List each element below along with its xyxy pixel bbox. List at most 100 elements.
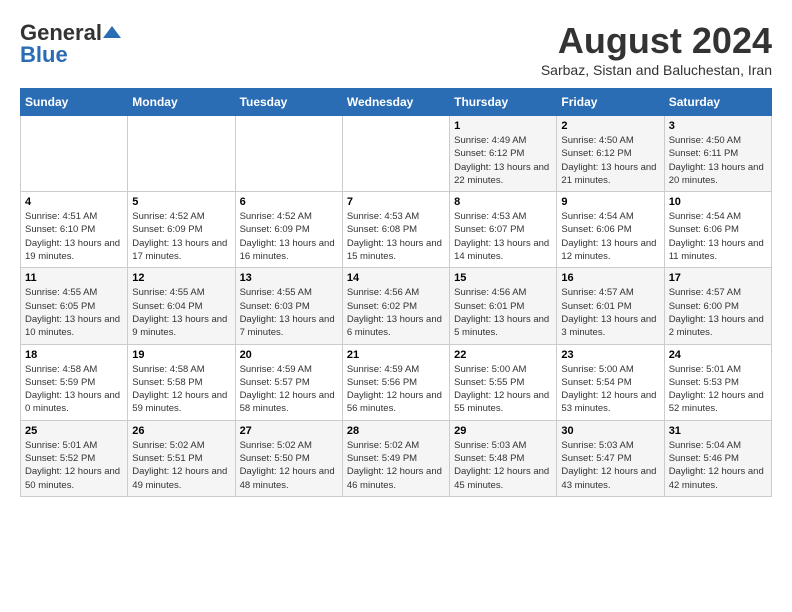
day-number: 4 — [25, 196, 123, 208]
calendar-cell: 29Sunrise: 5:03 AM Sunset: 5:48 PM Dayli… — [450, 420, 557, 496]
day-info: Sunrise: 4:52 AM Sunset: 6:09 PM Dayligh… — [240, 210, 338, 263]
calendar-cell: 13 Sunrise: 4:55 AM Sunset: 6:03 PM Dayli… — [235, 268, 342, 344]
calendar-cell: 4 Sunrise: 4:51 AM Sunset: 6:10 PM Daylig… — [21, 192, 128, 268]
calendar-cell: 30 Sunrise: 5:03 AM Sunset: 5:47 PM Dayli… — [557, 420, 664, 496]
calendar-week-row: 18Sunrise: 4:58 AM Sunset: 5:59 PM Dayli… — [21, 344, 772, 420]
day-info: Sunrise: 5:04 AM Sunset: 5:46 PM Dayligh… — [669, 439, 767, 492]
day-info: Sunrise: 4:59 AM Sunset: 5:56 PM Dayligh… — [347, 363, 445, 416]
day-number: 17 — [669, 272, 767, 284]
calendar-cell: 1 Sunrise: 4:49 AM Sunset: 6:12 PM Daylig… — [450, 116, 557, 192]
day-info: Sunrise: 4:49 AM Sunset: 6:12 PM Dayligh… — [454, 134, 552, 187]
calendar-cell: 28 Sunrise: 5:02 AM Sunset: 5:49 PM Dayli… — [342, 420, 449, 496]
calendar-cell: 15Sunrise: 4:56 AM Sunset: 6:01 PM Dayli… — [450, 268, 557, 344]
calendar-cell: 20 Sunrise: 4:59 AM Sunset: 5:57 PM Dayli… — [235, 344, 342, 420]
day-number: 5 — [132, 196, 230, 208]
page-header: General Blue August 2024 Sarbaz, Sistan … — [20, 20, 772, 78]
calendar-cell — [128, 116, 235, 192]
day-number: 16 — [561, 272, 659, 284]
calendar-cell: 2Sunrise: 4:50 AM Sunset: 6:12 PM Daylig… — [557, 116, 664, 192]
calendar-cell: 9 Sunrise: 4:54 AM Sunset: 6:06 PM Daylig… — [557, 192, 664, 268]
column-header-wednesday: Wednesday — [342, 89, 449, 116]
day-number: 11 — [25, 272, 123, 284]
day-number: 8 — [454, 196, 552, 208]
calendar-cell: 12Sunrise: 4:55 AM Sunset: 6:04 PM Dayli… — [128, 268, 235, 344]
column-header-tuesday: Tuesday — [235, 89, 342, 116]
day-number: 13 — [240, 272, 338, 284]
day-number: 1 — [454, 120, 552, 132]
day-info: Sunrise: 4:53 AM Sunset: 6:07 PM Dayligh… — [454, 210, 552, 263]
calendar-cell: 23 Sunrise: 5:00 AM Sunset: 5:54 PM Dayli… — [557, 344, 664, 420]
day-info: Sunrise: 5:01 AM Sunset: 5:52 PM Dayligh… — [25, 439, 123, 492]
logo-blue: Blue — [20, 42, 68, 68]
calendar-table: SundayMondayTuesdayWednesdayThursdayFrid… — [20, 88, 772, 497]
month-year-title: August 2024 — [541, 20, 772, 62]
calendar-cell — [235, 116, 342, 192]
calendar-cell: 19Sunrise: 4:58 AM Sunset: 5:58 PM Dayli… — [128, 344, 235, 420]
calendar-cell: 8 Sunrise: 4:53 AM Sunset: 6:07 PM Daylig… — [450, 192, 557, 268]
calendar-cell: 21 Sunrise: 4:59 AM Sunset: 5:56 PM Dayli… — [342, 344, 449, 420]
logo: General Blue — [20, 20, 122, 68]
day-info: Sunrise: 4:59 AM Sunset: 5:57 PM Dayligh… — [240, 363, 338, 416]
day-info: Sunrise: 5:00 AM Sunset: 5:54 PM Dayligh… — [561, 363, 659, 416]
day-number: 21 — [347, 349, 445, 361]
calendar-cell: 25 Sunrise: 5:01 AM Sunset: 5:52 PM Dayli… — [21, 420, 128, 496]
title-area: August 2024 Sarbaz, Sistan and Baluchest… — [541, 20, 772, 78]
day-number: 9 — [561, 196, 659, 208]
day-info: Sunrise: 5:03 AM Sunset: 5:47 PM Dayligh… — [561, 439, 659, 492]
day-info: Sunrise: 5:02 AM Sunset: 5:49 PM Dayligh… — [347, 439, 445, 492]
day-number: 30 — [561, 425, 659, 437]
calendar-cell — [342, 116, 449, 192]
day-info: Sunrise: 4:56 AM Sunset: 6:02 PM Dayligh… — [347, 286, 445, 339]
day-number: 27 — [240, 425, 338, 437]
day-number: 3 — [669, 120, 767, 132]
day-info: Sunrise: 5:02 AM Sunset: 5:51 PM Dayligh… — [132, 439, 230, 492]
column-header-thursday: Thursday — [450, 89, 557, 116]
day-number: 23 — [561, 349, 659, 361]
day-info: Sunrise: 4:54 AM Sunset: 6:06 PM Dayligh… — [561, 210, 659, 263]
calendar-header-row: SundayMondayTuesdayWednesdayThursdayFrid… — [21, 89, 772, 116]
day-number: 6 — [240, 196, 338, 208]
calendar-week-row: 4 Sunrise: 4:51 AM Sunset: 6:10 PM Daylig… — [21, 192, 772, 268]
column-header-sunday: Sunday — [21, 89, 128, 116]
day-info: Sunrise: 4:54 AM Sunset: 6:06 PM Dayligh… — [669, 210, 767, 263]
calendar-cell: 11 Sunrise: 4:55 AM Sunset: 6:05 PM Dayli… — [21, 268, 128, 344]
day-info: Sunrise: 5:01 AM Sunset: 5:53 PM Dayligh… — [669, 363, 767, 416]
day-info: Sunrise: 5:03 AM Sunset: 5:48 PM Dayligh… — [454, 439, 552, 492]
calendar-cell: 14 Sunrise: 4:56 AM Sunset: 6:02 PM Dayli… — [342, 268, 449, 344]
column-header-saturday: Saturday — [664, 89, 771, 116]
day-number: 28 — [347, 425, 445, 437]
column-header-monday: Monday — [128, 89, 235, 116]
location-subtitle: Sarbaz, Sistan and Baluchestan, Iran — [541, 62, 772, 78]
day-info: Sunrise: 4:50 AM Sunset: 6:11 PM Dayligh… — [669, 134, 767, 187]
day-number: 14 — [347, 272, 445, 284]
day-number: 26 — [132, 425, 230, 437]
day-info: Sunrise: 4:55 AM Sunset: 6:05 PM Dayligh… — [25, 286, 123, 339]
calendar-week-row: 1 Sunrise: 4:49 AM Sunset: 6:12 PM Daylig… — [21, 116, 772, 192]
day-info: Sunrise: 4:57 AM Sunset: 6:00 PM Dayligh… — [669, 286, 767, 339]
day-info: Sunrise: 4:51 AM Sunset: 6:10 PM Dayligh… — [25, 210, 123, 263]
day-number: 20 — [240, 349, 338, 361]
logo-bird-icon — [103, 24, 121, 42]
day-info: Sunrise: 4:57 AM Sunset: 6:01 PM Dayligh… — [561, 286, 659, 339]
calendar-cell: 31 Sunrise: 5:04 AM Sunset: 5:46 PM Dayli… — [664, 420, 771, 496]
calendar-week-row: 11 Sunrise: 4:55 AM Sunset: 6:05 PM Dayli… — [21, 268, 772, 344]
calendar-cell: 16 Sunrise: 4:57 AM Sunset: 6:01 PM Dayli… — [557, 268, 664, 344]
calendar-cell: 18Sunrise: 4:58 AM Sunset: 5:59 PM Dayli… — [21, 344, 128, 420]
calendar-cell: 24Sunrise: 5:01 AM Sunset: 5:53 PM Dayli… — [664, 344, 771, 420]
day-info: Sunrise: 4:53 AM Sunset: 6:08 PM Dayligh… — [347, 210, 445, 263]
day-info: Sunrise: 4:55 AM Sunset: 6:03 PM Dayligh… — [240, 286, 338, 339]
day-number: 31 — [669, 425, 767, 437]
calendar-cell: 26 Sunrise: 5:02 AM Sunset: 5:51 PM Dayli… — [128, 420, 235, 496]
day-info: Sunrise: 4:52 AM Sunset: 6:09 PM Dayligh… — [132, 210, 230, 263]
day-info: Sunrise: 5:02 AM Sunset: 5:50 PM Dayligh… — [240, 439, 338, 492]
calendar-cell: 6 Sunrise: 4:52 AM Sunset: 6:09 PM Daylig… — [235, 192, 342, 268]
calendar-cell: 7Sunrise: 4:53 AM Sunset: 6:08 PM Daylig… — [342, 192, 449, 268]
calendar-cell: 3 Sunrise: 4:50 AM Sunset: 6:11 PM Daylig… — [664, 116, 771, 192]
day-number: 25 — [25, 425, 123, 437]
day-number: 22 — [454, 349, 552, 361]
column-header-friday: Friday — [557, 89, 664, 116]
day-number: 15 — [454, 272, 552, 284]
calendar-cell: 27 Sunrise: 5:02 AM Sunset: 5:50 PM Dayli… — [235, 420, 342, 496]
day-number: 12 — [132, 272, 230, 284]
day-info: Sunrise: 4:58 AM Sunset: 5:59 PM Dayligh… — [25, 363, 123, 416]
